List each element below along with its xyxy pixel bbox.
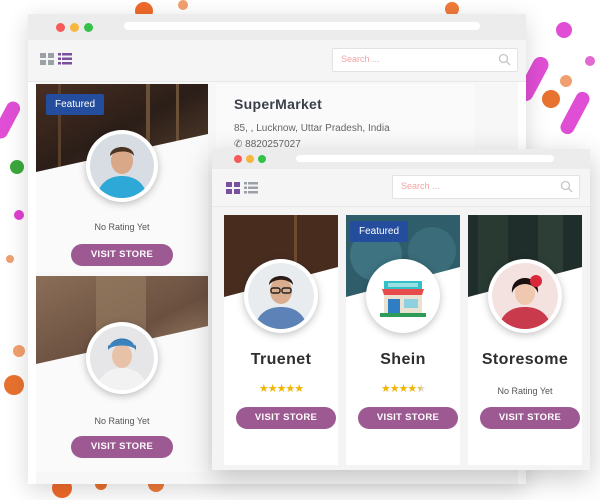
store-avatar xyxy=(86,130,158,202)
store-card: Featured No Rating Yet VISIT STORE xyxy=(36,84,208,272)
close-window-button[interactable] xyxy=(234,155,242,163)
visit-store-button[interactable]: VISIT STORE xyxy=(358,407,458,429)
star-rating-glyphs: ★★★★★ xyxy=(380,383,426,395)
store-avatar xyxy=(488,259,562,333)
maximize-window-button[interactable] xyxy=(258,155,266,163)
confetti-streak xyxy=(0,99,23,141)
confetti-dot xyxy=(556,22,572,38)
grid-view-icon[interactable] xyxy=(40,53,54,65)
close-window-button[interactable] xyxy=(56,23,65,32)
list-view-icon[interactable] xyxy=(244,182,258,194)
minimize-window-button[interactable] xyxy=(70,23,79,32)
store-address: 85, , Lucknow, Uttar Pradesh, India xyxy=(234,123,390,134)
confetti-dot xyxy=(542,90,560,108)
store-card: No Rating Yet VISIT STORE xyxy=(36,276,208,472)
minimize-window-button[interactable] xyxy=(246,155,254,163)
browser-window-grid: Search ... Truenet ★★★★★ VISIT STORE Fea… xyxy=(212,149,590,470)
store-name[interactable]: Truenet xyxy=(224,351,338,369)
featured-badge: Featured xyxy=(350,221,409,242)
visit-store-button[interactable]: VISIT STORE xyxy=(71,244,173,266)
store-grid: Truenet ★★★★★ VISIT STORE Featured Shein… xyxy=(212,207,590,470)
visit-store-button[interactable]: VISIT STORE xyxy=(236,407,336,429)
visit-store-button[interactable]: VISIT STORE xyxy=(71,436,173,458)
store-card: Featured Shein ★★★★★ VISIT STORE xyxy=(346,215,460,465)
rating-text: No Rating Yet xyxy=(497,386,553,396)
store-name[interactable]: Storesome xyxy=(468,351,582,369)
confetti-dot xyxy=(178,0,188,10)
rating-text: No Rating Yet xyxy=(94,416,150,426)
search-input[interactable]: Search ... xyxy=(332,48,518,72)
featured-badge: Featured xyxy=(46,94,105,115)
store-card: Storesome No Rating Yet VISIT STORE xyxy=(468,215,582,465)
store-front-icon xyxy=(370,263,436,329)
store-toolbar: Search ... xyxy=(212,169,590,207)
address-bar[interactable] xyxy=(124,22,480,30)
confetti-dot xyxy=(560,75,572,87)
store-name[interactable]: SuperMarket xyxy=(234,96,322,112)
confetti-dot xyxy=(585,56,595,66)
store-card: Truenet ★★★★★ VISIT STORE xyxy=(224,215,338,465)
maximize-window-button[interactable] xyxy=(84,23,93,32)
store-avatar xyxy=(244,259,318,333)
confetti-streak xyxy=(558,89,592,137)
grid-view-icon[interactable] xyxy=(226,182,240,194)
store-name[interactable]: Shein xyxy=(346,351,460,369)
search-icon[interactable] xyxy=(498,53,511,66)
title-bar xyxy=(212,149,590,169)
search-icon[interactable] xyxy=(560,180,573,193)
search-placeholder: Search ... xyxy=(341,54,380,64)
address-bar[interactable] xyxy=(296,155,554,162)
visit-store-button[interactable]: VISIT STORE xyxy=(480,407,580,429)
confetti-dot xyxy=(4,375,24,395)
store-toolbar: Search ... xyxy=(28,40,526,82)
store-avatar xyxy=(366,259,440,333)
confetti-dot xyxy=(6,255,14,263)
star-rating: ★★★★★ xyxy=(258,383,304,395)
title-bar xyxy=(28,14,526,40)
rating-text: No Rating Yet xyxy=(94,222,150,232)
star-rating: ★★★★★ xyxy=(346,382,460,395)
confetti-dot xyxy=(13,345,25,357)
confetti-dot xyxy=(10,160,24,174)
confetti-dot xyxy=(14,210,24,220)
list-view-icon[interactable] xyxy=(58,53,72,65)
search-input[interactable]: Search ... xyxy=(392,175,580,199)
search-placeholder: Search ... xyxy=(401,181,440,191)
store-avatar xyxy=(86,322,158,394)
